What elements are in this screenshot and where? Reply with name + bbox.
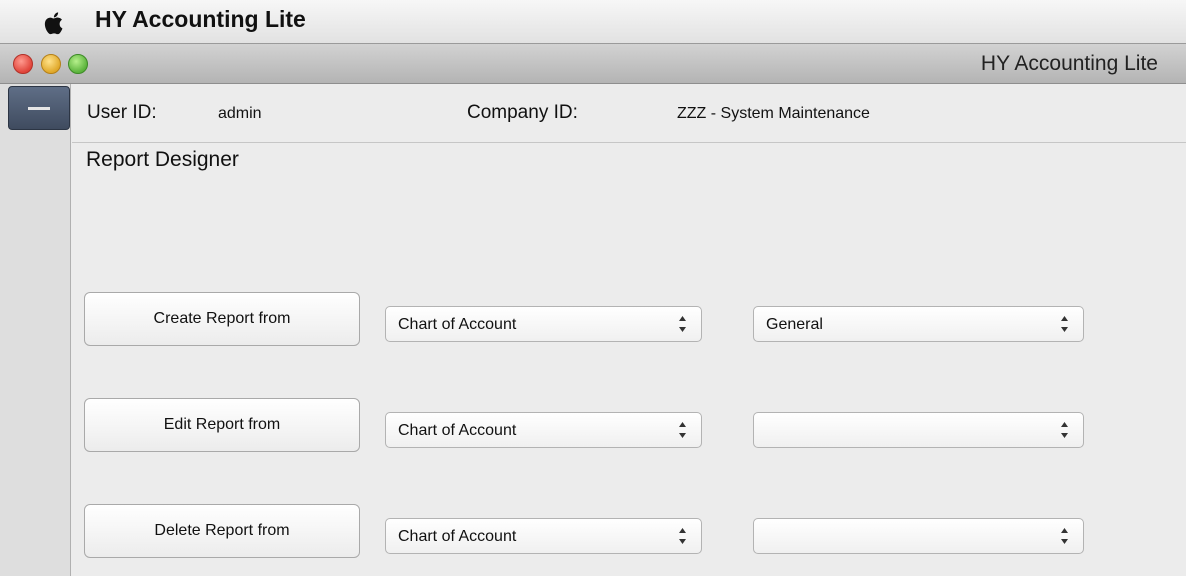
minimize-button[interactable] <box>41 54 61 74</box>
user-id-value: admin <box>218 105 262 122</box>
updown-arrow-icon <box>1061 316 1068 332</box>
create-source-select[interactable]: Chart of Account <box>385 306 702 342</box>
updown-arrow-icon <box>679 316 686 332</box>
page-title: Report Designer <box>86 148 239 171</box>
zoom-button[interactable] <box>68 54 88 74</box>
create-type-select[interactable]: General <box>753 306 1084 342</box>
window-title: HY Accounting Lite <box>980 52 1158 75</box>
edit-type-select[interactable] <box>753 412 1084 448</box>
create-report-button[interactable]: Create Report from <box>84 292 360 346</box>
apple-icon[interactable] <box>38 8 70 38</box>
window-titlebar: HY Accounting Lite <box>0 44 1186 84</box>
delete-source-value: Chart of Account <box>398 528 517 545</box>
updown-arrow-icon <box>1061 422 1068 438</box>
edit-report-button[interactable]: Edit Report from <box>84 398 360 452</box>
delete-source-select[interactable]: Chart of Account <box>385 518 702 554</box>
delete-report-button[interactable]: Delete Report from <box>84 504 360 558</box>
sidebar-toggle-button[interactable] <box>8 86 70 130</box>
updown-arrow-icon <box>679 422 686 438</box>
user-id-label: User ID: <box>87 102 157 123</box>
menu-bar: HY Accounting Lite <box>0 0 1186 44</box>
delete-type-select[interactable] <box>753 518 1084 554</box>
dash-icon <box>28 107 50 110</box>
left-sidebar <box>0 84 71 576</box>
edit-source-select[interactable]: Chart of Account <box>385 412 702 448</box>
edit-source-value: Chart of Account <box>398 422 517 439</box>
app-menu-title[interactable]: HY Accounting Lite <box>95 6 306 33</box>
company-id-value: ZZZ - System Maintenance <box>677 105 870 122</box>
company-id-label: Company ID: <box>467 102 578 123</box>
create-source-value: Chart of Account <box>398 316 517 333</box>
create-type-value: General <box>766 316 823 333</box>
session-info-bar: User ID: admin Company ID: ZZZ - System … <box>72 86 1186 143</box>
updown-arrow-icon <box>1061 528 1068 544</box>
close-button[interactable] <box>13 54 33 74</box>
updown-arrow-icon <box>679 528 686 544</box>
